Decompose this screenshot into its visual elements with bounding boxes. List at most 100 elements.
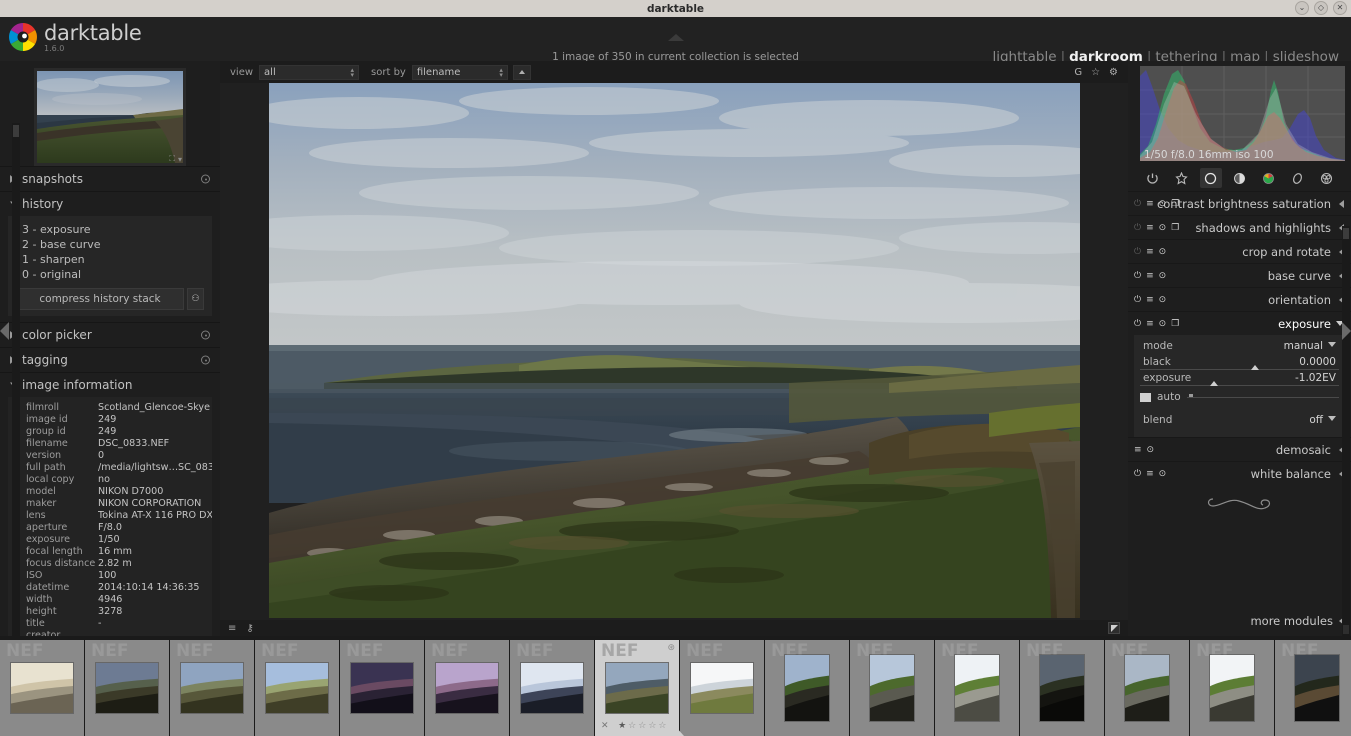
chevron-down-icon[interactable] <box>1328 342 1336 347</box>
star-rating[interactable]: ★ ☆ ☆ ☆ ☆ <box>618 721 666 731</box>
exposure-slider[interactable]: exposure -1.02EV <box>1140 371 1339 387</box>
module-header-demosaic[interactable]: ≡ ⊙ demosaic <box>1128 437 1351 461</box>
slider-handle[interactable] <box>1251 365 1260 370</box>
filmstrip-thumbnail-cliff-portrait-5[interactable]: NEF <box>1105 640 1189 736</box>
grouping-icon[interactable]: G <box>1074 67 1082 78</box>
filmstrip-thumbnail-rocks-bright[interactable]: NEF <box>255 640 339 736</box>
history-item[interactable]: 1 - sharpen <box>8 252 212 267</box>
overlay-star-icon[interactable]: ☆ <box>1091 67 1100 78</box>
presets-icon[interactable]: ≡ <box>1146 223 1154 233</box>
star-icon[interactable]: ☆ <box>628 721 636 731</box>
star-icon[interactable]: ☆ <box>638 721 646 731</box>
favorite-modules-group[interactable] <box>1171 168 1193 188</box>
gear-icon[interactable] <box>201 174 210 184</box>
tone-group[interactable] <box>1229 168 1251 188</box>
left-panel-collapse-arrow[interactable] <box>0 322 9 340</box>
filmstrip-thumbnail-shore-selected[interactable]: NEF ⊛ ✕ ★ ☆ ☆ ☆ ☆ <box>595 640 679 736</box>
history-item[interactable]: 2 - base curve <box>8 237 212 252</box>
scrollbar-thumb[interactable] <box>1343 228 1349 239</box>
module-power-icon[interactable]: ⏻ <box>1134 319 1141 329</box>
presets-icon[interactable]: ≡ <box>1134 445 1142 455</box>
reset-icon[interactable]: ⊙ <box>1159 295 1167 305</box>
reset-icon[interactable]: ⊙ <box>1159 223 1167 233</box>
module-power-icon[interactable]: ⏻ <box>1134 271 1141 281</box>
multi-instance-icon[interactable]: ❐ <box>1171 319 1179 329</box>
exposure-mode-row[interactable]: mode manual <box>1140 339 1339 355</box>
filmstrip[interactable]: NEF NEF NEF NEF NEF NEF NEF NEF ⊛ ✕ ★ ☆ ☆ ☆ ☆ NEF NEF NEF… <box>0 640 1351 736</box>
module-header-orientation[interactable]: ⏻ ≡ ⊙ orientation <box>1128 287 1351 311</box>
reset-icon[interactable]: ⊙ <box>1159 271 1167 281</box>
duplicate-icon[interactable]: ⚇ <box>187 288 204 310</box>
chevron-left-icon[interactable] <box>1339 199 1344 208</box>
presets-icon[interactable]: ≡ <box>1146 247 1154 257</box>
reject-icon[interactable]: ✕ <box>601 721 609 731</box>
slider-handle[interactable] <box>1209 381 1218 386</box>
module-power-icon[interactable]: ⏻ <box>1134 469 1141 479</box>
reset-icon[interactable]: ⊙ <box>1159 469 1167 479</box>
sidebar-item-image-information[interactable]: image information <box>0 373 220 397</box>
module-power-icon[interactable]: ⏻ <box>1134 295 1141 305</box>
module-header-exposure[interactable]: ⏻ ≡ ⊙ ❐ exposure <box>1128 311 1351 335</box>
slider-track[interactable] <box>1140 381 1339 386</box>
module-power-icon[interactable]: ⏻ <box>1134 199 1141 209</box>
preferences-gear-icon[interactable]: ⚙ <box>1109 67 1118 78</box>
reset-icon[interactable]: ⊙ <box>1147 445 1155 455</box>
filmstrip-thumbnail-sunset-pale[interactable]: NEF <box>510 640 594 736</box>
filmstrip-thumbnail-cliff-bright[interactable]: NEF <box>0 640 84 736</box>
module-power-icon[interactable]: ⏻ <box>1134 247 1141 257</box>
effect-group[interactable] <box>1316 168 1338 188</box>
sort-by-select[interactable]: filename ▴ ▾ <box>411 64 508 80</box>
window-maximize-button[interactable]: ◇ <box>1314 1 1328 15</box>
presets-icon[interactable]: ≡ <box>1146 319 1154 329</box>
sidebar-item-color-picker[interactable]: color picker <box>0 323 220 347</box>
correction-group[interactable] <box>1287 168 1309 188</box>
auto-checkbox[interactable] <box>1140 392 1151 402</box>
second-darkroom-window-icon[interactable]: ⚷ <box>246 623 253 634</box>
gear-icon[interactable] <box>201 355 210 365</box>
star-icon[interactable]: ☆ <box>658 721 666 731</box>
filmstrip-thumbnail-cliff-portrait-4[interactable]: NEF <box>1020 640 1104 736</box>
module-power-icon[interactable]: ⏻ <box>1134 223 1141 233</box>
scrollbar-thumb[interactable] <box>13 125 19 137</box>
filmstrip-thumbnail-shore-bright[interactable]: NEF <box>680 640 764 736</box>
left-panel-scrollbar[interactable] <box>12 123 20 636</box>
filmstrip-thumbnail-rocks-dark[interactable]: NEF <box>85 640 169 736</box>
right-panel-scrollbar[interactable] <box>1342 226 1350 636</box>
module-header-crop-and-rotate[interactable]: ⏻ ≡ ⊙ crop and rotate <box>1128 239 1351 263</box>
auto-slider-track[interactable] <box>1186 393 1339 398</box>
filmstrip-thumbnail-rocks-mid[interactable]: NEF <box>170 640 254 736</box>
slider-handle[interactable] <box>1188 393 1193 397</box>
chevron-down-icon[interactable] <box>1328 416 1336 421</box>
active-modules-group[interactable] <box>1142 168 1164 188</box>
filmstrip-thumbnail-cliff-portrait-6[interactable]: NEF <box>1190 640 1274 736</box>
view-filter-select[interactable]: all ▴ ▾ <box>259 64 360 80</box>
sidebar-item-history[interactable]: history <box>0 192 220 216</box>
softproof-icon[interactable] <box>1108 622 1120 634</box>
right-panel-collapse-arrow[interactable] <box>1342 322 1351 340</box>
blend-row[interactable]: blend off <box>1140 413 1339 429</box>
fit-icon[interactable]: ⛶ <box>169 154 175 164</box>
color-group[interactable] <box>1258 168 1280 188</box>
star-icon[interactable]: ☆ <box>648 721 656 731</box>
group-icon[interactable]: ⊛ <box>667 643 675 653</box>
auto-exposure-row[interactable]: auto <box>1140 389 1339 405</box>
reset-icon[interactable]: ⊙ <box>1159 247 1167 257</box>
filmstrip-thumbnail-sunset-purple[interactable]: NEF <box>425 640 509 736</box>
more-modules-button[interactable]: more modules <box>1250 614 1344 628</box>
basic-group[interactable] <box>1199 168 1222 188</box>
top-panel-collapse-arrow[interactable] <box>668 34 684 41</box>
compress-history-stack-button[interactable]: compress history stack <box>16 288 184 310</box>
history-item[interactable]: 3 - exposure <box>8 222 212 237</box>
zoom-level-icon[interactable]: ▾ <box>178 155 182 164</box>
navigation-preview[interactable]: ⛶ ▾ <box>34 68 186 166</box>
sort-direction-button[interactable] <box>512 64 531 80</box>
black-slider[interactable]: black 0.0000 <box>1140 355 1339 371</box>
presets-icon[interactable]: ≡ <box>1146 199 1154 209</box>
multi-instance-icon[interactable]: ❐ <box>1171 223 1179 233</box>
history-item[interactable]: 0 - original <box>8 267 212 282</box>
slider-track[interactable] <box>1140 365 1339 370</box>
window-minimize-button[interactable]: ⌄ <box>1295 1 1309 15</box>
filmstrip-thumbnail-cliff-portrait-2[interactable]: NEF <box>850 640 934 736</box>
star-icon[interactable]: ★ <box>618 721 626 731</box>
filmstrip-thumbnail-sunset-dark[interactable]: NEF <box>340 640 424 736</box>
